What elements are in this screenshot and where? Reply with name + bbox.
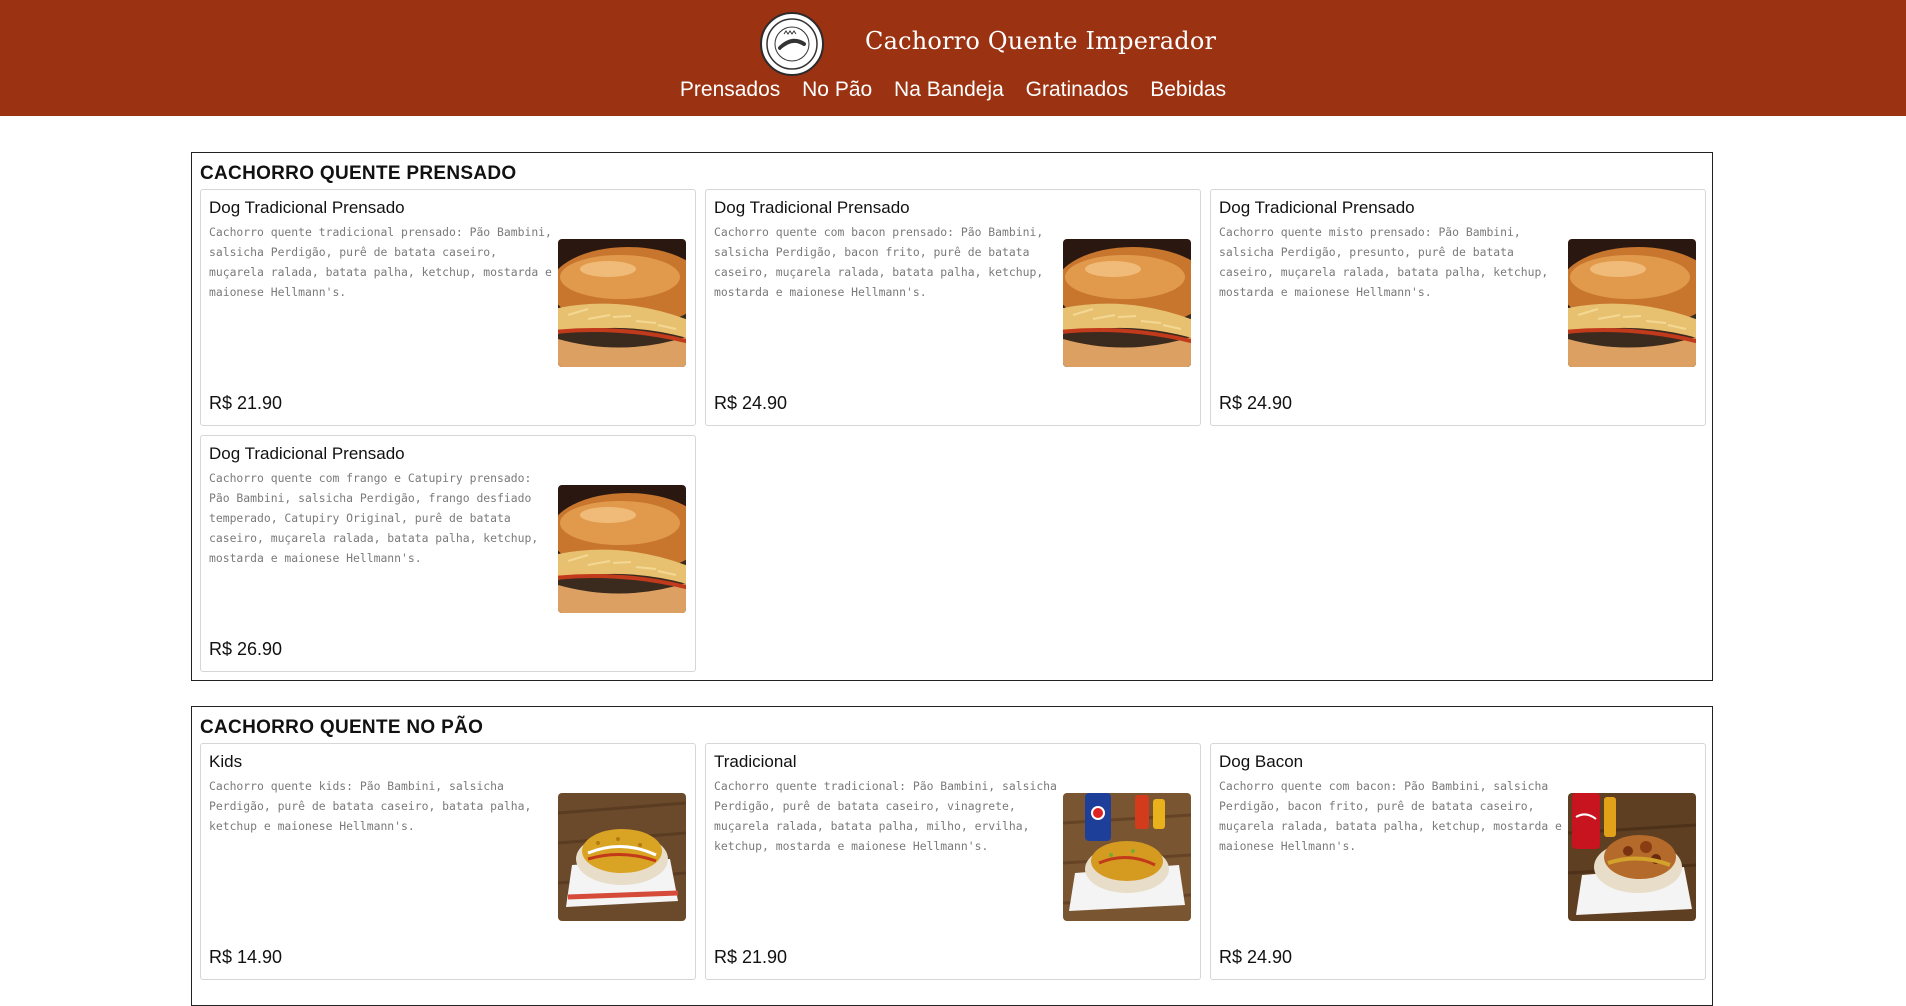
menu-item-price: R$ 21.90 [714, 947, 788, 967]
nav-link-gratinados[interactable]: Gratinados [1026, 78, 1129, 102]
section-title: CACHORRO QUENTE PRENSADO [200, 163, 517, 184]
menu-item-name: Dog Tradicional Prensado [714, 198, 910, 217]
menu-item-card[interactable]: Dog Bacon Cachorro quente com bacon: Pão… [1210, 743, 1706, 980]
menu-item-price: R$ 21.90 [209, 393, 283, 413]
brand-logo[interactable] [760, 12, 824, 76]
menu-item-photo [1063, 793, 1191, 921]
menu-item-card[interactable]: Kids Cachorro quente kids: Pão Bambini, … [200, 743, 696, 980]
menu-item-card[interactable]: Dog Tradicional Prensado Cachorro quente… [200, 189, 696, 426]
pressed-hot-dog-icon [558, 239, 686, 367]
menu-item-description: Cachorro quente tradicional: Pão Bambini… [714, 779, 1057, 853]
hot-dog-emblem-icon [766, 18, 818, 70]
section-prensado: CACHORRO QUENTE PRENSADO Dog Tradicional… [191, 152, 1713, 681]
menu-item-description: Cachorro quente com frango e Catupiry pr… [209, 471, 539, 565]
menu-item-price: R$ 24.90 [714, 393, 788, 413]
nav-link-na-bandeja[interactable]: Na Bandeja [894, 78, 1004, 102]
menu-item-price: R$ 14.90 [209, 947, 283, 967]
pressed-hot-dog-icon [1063, 239, 1191, 367]
menu-item-name: Dog Tradicional Prensado [209, 444, 405, 463]
menu-item-card[interactable]: Dog Tradicional Prensado Cachorro quente… [1210, 189, 1706, 426]
section-no-pao: CACHORRO QUENTE NO PÃO Kids Cachorro que… [191, 706, 1713, 1006]
menu-item-price: R$ 24.90 [1219, 393, 1293, 413]
menu-item-name: Dog Tradicional Prensado [1219, 198, 1415, 217]
main-nav: Prensados No Pão Na Bandeja Gratinados B… [0, 78, 1906, 102]
site-header: Cachorro Quente Imperador Prensados No P… [0, 0, 1906, 116]
nav-link-no-pao[interactable]: No Pão [802, 78, 872, 102]
menu-item-photo [558, 793, 686, 921]
menu-item-price: R$ 24.90 [1219, 947, 1293, 967]
menu-item-price: R$ 26.90 [209, 639, 283, 659]
menu-item-photo [558, 485, 686, 613]
nav-link-prensados[interactable]: Prensados [680, 78, 780, 102]
menu-item-description: Cachorro quente com bacon: Pão Bambini, … [1219, 779, 1562, 853]
nav-link-bebidas[interactable]: Bebidas [1150, 78, 1226, 102]
menu-item-photo [1568, 793, 1696, 921]
menu-item-card[interactable]: Tradicional Cachorro quente tradicional:… [705, 743, 1201, 980]
menu-item-name: Dog Tradicional Prensado [209, 198, 405, 217]
pressed-hot-dog-icon [1568, 239, 1696, 367]
menu-item-photo [1568, 239, 1696, 367]
pressed-hot-dog-icon [558, 485, 686, 613]
menu-item-name: Dog Bacon [1219, 752, 1304, 771]
hot-dog-tray-icon [558, 793, 686, 921]
menu-item-photo [1063, 239, 1191, 367]
section-title: CACHORRO QUENTE NO PÃO [200, 717, 484, 738]
menu-item-photo [558, 239, 686, 367]
menu-item-description: Cachorro quente com bacon prensado: Pão … [714, 225, 1044, 299]
menu-item-name: Tradicional [714, 752, 797, 771]
menu-item-description: Cachorro quente kids: Pão Bambini, salsi… [209, 779, 532, 833]
menu-item-name: Kids [209, 752, 243, 771]
menu-item-description: Cachorro quente misto prensado: Pão Bamb… [1219, 225, 1549, 299]
menu-item-description: Cachorro quente tradicional prensado: Pã… [209, 225, 552, 299]
hot-dog-with-soda-icon [1063, 793, 1191, 921]
menu-item-card[interactable]: Dog Tradicional Prensado Cachorro quente… [705, 189, 1201, 426]
bacon-hot-dog-icon [1568, 793, 1696, 921]
brand-name[interactable]: Cachorro Quente Imperador [865, 27, 1216, 55]
menu-item-card[interactable]: Dog Tradicional Prensado Cachorro quente… [200, 435, 696, 672]
